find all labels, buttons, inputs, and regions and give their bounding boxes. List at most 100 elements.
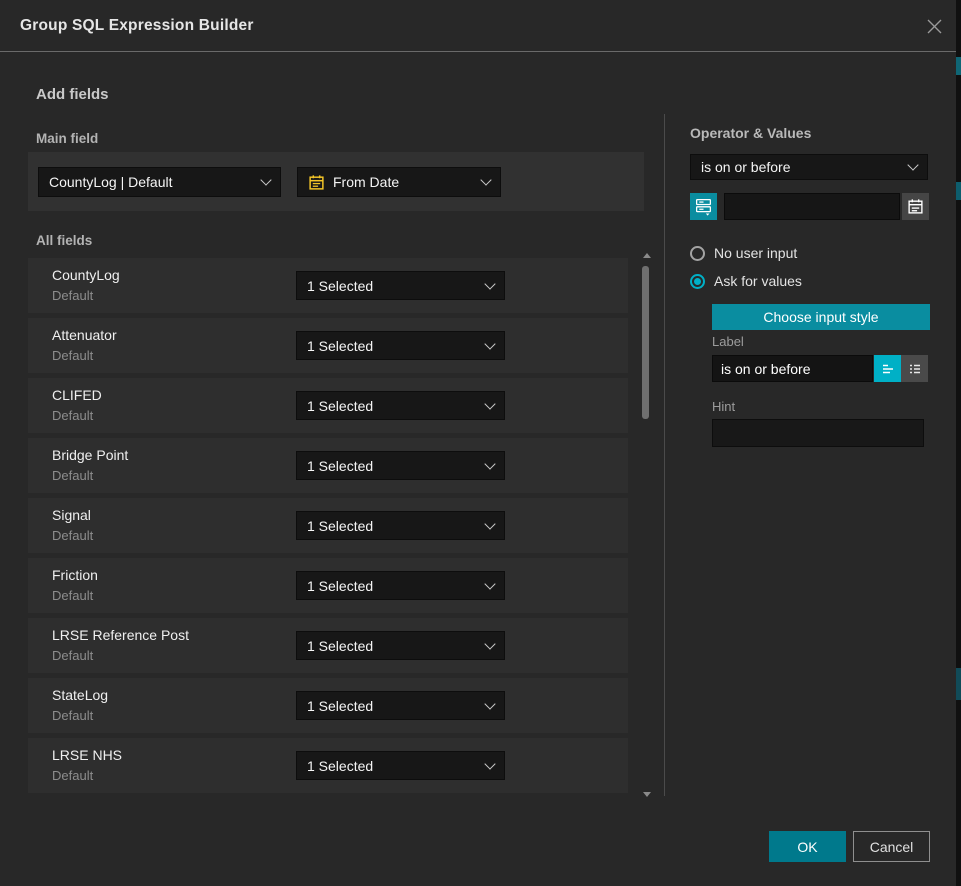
scrollbar-thumb[interactable] [642, 266, 649, 419]
chevron-down-icon [484, 518, 495, 529]
field-values-dropdown-value: 1 Selected [307, 398, 373, 414]
calendar-icon [907, 198, 924, 215]
list-input-style-toggle[interactable] [901, 355, 928, 382]
field-row: Bridge Point Default 1 Selected [28, 438, 628, 493]
field-values-dropdown[interactable]: 1 Selected [296, 751, 505, 780]
text-input-style-toggle[interactable] [874, 355, 901, 382]
all-fields-list: CountyLog Default 1 Selected Attenuator … [28, 258, 628, 798]
main-layer-dropdown[interactable]: CountyLog | Default [38, 167, 281, 197]
field-subtitle: Default [52, 348, 93, 363]
all-fields-label: All fields [36, 233, 92, 248]
chevron-down-icon [484, 638, 495, 649]
unique-values-picker-button[interactable] [690, 193, 717, 220]
radio-unselected-icon [690, 246, 705, 261]
main-date-field-dropdown[interactable]: From Date [297, 167, 501, 197]
align-left-icon [880, 361, 896, 377]
bulleted-list-icon [907, 361, 923, 377]
scroll-down-arrow-icon[interactable] [643, 792, 651, 797]
stacked-values-icon [694, 197, 713, 216]
hint-input[interactable] [712, 419, 924, 447]
field-values-dropdown-value: 1 Selected [307, 338, 373, 354]
field-name: CLIFED [52, 387, 102, 403]
cancel-button[interactable]: Cancel [853, 831, 930, 862]
chevron-down-icon [484, 578, 495, 589]
field-values-dropdown[interactable]: 1 Selected [296, 271, 505, 300]
field-values-dropdown-value: 1 Selected [307, 578, 373, 594]
panel-divider [664, 114, 665, 796]
field-name: LRSE NHS [52, 747, 122, 763]
operator-dropdown-value: is on or before [701, 159, 791, 175]
field-subtitle: Default [52, 288, 93, 303]
edge-artifact [956, 57, 961, 75]
radio-ask-for-values-label: Ask for values [714, 273, 802, 289]
field-subtitle: Default [52, 528, 93, 543]
field-row: LRSE Reference Post Default 1 Selected [28, 618, 628, 673]
field-values-dropdown-value: 1 Selected [307, 458, 373, 474]
close-button[interactable] [921, 13, 947, 39]
label-input[interactable] [712, 355, 873, 382]
list-scrollbar[interactable] [640, 251, 653, 801]
choose-input-style-button[interactable]: Choose input style [712, 304, 930, 330]
field-values-dropdown-value: 1 Selected [307, 698, 373, 714]
field-values-dropdown-value: 1 Selected [307, 518, 373, 534]
radio-no-user-input-label: No user input [714, 245, 797, 261]
field-subtitle: Default [52, 768, 93, 783]
close-icon [925, 17, 944, 36]
chevron-down-icon [484, 758, 495, 769]
field-name: Signal [52, 507, 91, 523]
field-values-dropdown[interactable]: 1 Selected [296, 691, 505, 720]
chevron-down-icon [484, 458, 495, 469]
field-values-dropdown[interactable]: 1 Selected [296, 451, 505, 480]
edge-artifact [956, 668, 961, 700]
add-fields-heading: Add fields [36, 86, 109, 103]
chevron-down-icon [484, 338, 495, 349]
field-values-dropdown-value: 1 Selected [307, 758, 373, 774]
chevron-down-icon [260, 174, 271, 185]
field-row: StateLog Default 1 Selected [28, 678, 628, 733]
label-field-label: Label [712, 334, 744, 349]
field-row: CountyLog Default 1 Selected [28, 258, 628, 313]
dialog-titlebar: Group SQL Expression Builder [0, 0, 956, 52]
dialog-title: Group SQL Expression Builder [20, 0, 254, 51]
ok-button[interactable]: OK [769, 831, 846, 862]
main-field-label: Main field [36, 131, 98, 146]
field-values-dropdown-value: 1 Selected [307, 278, 373, 294]
field-values-dropdown[interactable]: 1 Selected [296, 571, 505, 600]
field-subtitle: Default [52, 648, 93, 663]
value-input[interactable] [724, 193, 900, 220]
field-row: Attenuator Default 1 Selected [28, 318, 628, 373]
radio-ask-for-values[interactable]: Ask for values [690, 273, 802, 289]
field-values-dropdown[interactable]: 1 Selected [296, 391, 505, 420]
edge-artifact [956, 182, 961, 200]
chevron-down-icon [484, 698, 495, 709]
radio-selected-icon [690, 274, 705, 289]
scroll-up-arrow-icon[interactable] [643, 253, 651, 258]
field-row: CLIFED Default 1 Selected [28, 378, 628, 433]
field-subtitle: Default [52, 588, 93, 603]
field-row: Friction Default 1 Selected [28, 558, 628, 613]
field-values-dropdown[interactable]: 1 Selected [296, 631, 505, 660]
field-subtitle: Default [52, 468, 93, 483]
field-subtitle: Default [52, 708, 93, 723]
field-name: Attenuator [52, 327, 117, 343]
field-subtitle: Default [52, 408, 93, 423]
date-picker-button[interactable] [902, 193, 929, 220]
calendar-icon [308, 174, 325, 191]
field-name: Friction [52, 567, 98, 583]
field-values-dropdown[interactable]: 1 Selected [296, 511, 505, 540]
window-edge-strip [956, 0, 961, 886]
field-name: CountyLog [52, 267, 120, 283]
chevron-down-icon [480, 174, 491, 185]
field-row: LRSE NHS Default 1 Selected [28, 738, 628, 793]
field-row: Signal Default 1 Selected [28, 498, 628, 553]
field-name: LRSE Reference Post [52, 627, 189, 643]
chevron-down-icon [907, 159, 918, 170]
chevron-down-icon [484, 278, 495, 289]
field-name: Bridge Point [52, 447, 128, 463]
main-date-field-value: From Date [333, 174, 399, 190]
field-name: StateLog [52, 687, 108, 703]
field-values-dropdown[interactable]: 1 Selected [296, 331, 505, 360]
operator-dropdown[interactable]: is on or before [690, 154, 928, 180]
field-values-dropdown-value: 1 Selected [307, 638, 373, 654]
radio-no-user-input[interactable]: No user input [690, 245, 797, 261]
